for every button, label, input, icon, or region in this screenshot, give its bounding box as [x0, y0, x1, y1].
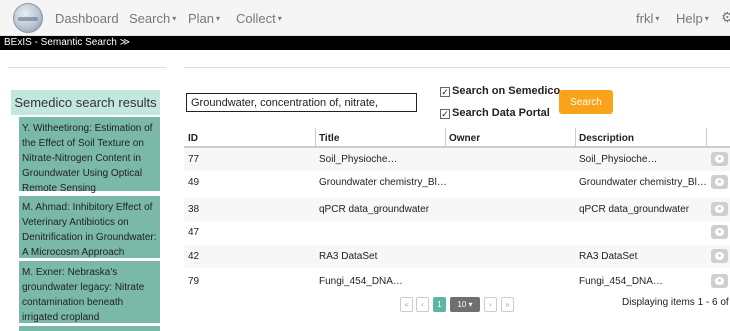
column-header-title[interactable]: Title [319, 133, 339, 144]
search-portal-option[interactable]: ✓ Search Data Portal [440, 107, 550, 119]
semedico-result-item[interactable]: M. Exner: Nebraska's groundwater legacy:… [19, 261, 160, 323]
table-row[interactable]: 77 Soil_Physioche… Soil_Physioche… [184, 148, 730, 171]
semedico-results-heading: Semedico search results [11, 90, 160, 115]
items-count-text: Displaying items 1 - 6 of 6 [622, 297, 730, 308]
prev-page-button[interactable]: ‹ [416, 297, 429, 312]
bexis-logo-icon[interactable] [13, 3, 43, 33]
column-header-owner[interactable]: Owner [449, 133, 480, 144]
cell-description: Groundwater chemistry_Bl… [579, 177, 707, 188]
semedico-results-title: Semedico search results [14, 95, 157, 110]
semedico-result-item[interactable] [19, 326, 160, 331]
table-row[interactable]: 47 [184, 221, 730, 244]
semedico-result-item[interactable]: Y. Witheetirong: Estimation of the Effec… [19, 117, 160, 194]
nav-help-menu[interactable]: Help ▾ [676, 11, 709, 26]
semantic-search-input[interactable] [186, 93, 417, 112]
cell-title: Soil_Physioche… [319, 154, 398, 165]
divider [184, 67, 730, 68]
table-row[interactable]: 49 Groundwater chemistry_Bl… Groundwater… [184, 171, 730, 194]
cell-id: 38 [188, 204, 200, 215]
column-resize-handle[interactable] [315, 128, 316, 146]
chevron-down-icon: ▾ [704, 14, 709, 23]
nav-collect-menu[interactable]: Collect ▾ [236, 11, 282, 26]
cell-description: Fungi_454_DNA… [579, 276, 663, 287]
semedico-checkbox[interactable]: ✓ [440, 87, 450, 97]
column-resize-handle[interactable] [706, 128, 707, 146]
eye-icon[interactable] [711, 202, 728, 216]
column-header-id[interactable]: ID [188, 133, 198, 144]
column-resize-handle[interactable] [575, 128, 576, 146]
eye-icon[interactable] [711, 225, 728, 239]
chevron-down-icon: ▾ [216, 14, 221, 23]
cell-id: 49 [188, 177, 200, 188]
cell-description: qPCR data_groundwater [579, 204, 690, 215]
cell-id: 47 [188, 227, 200, 238]
nav-user-menu[interactable]: frkl ▾ [636, 11, 659, 26]
cell-title: Groundwater chemistry_Bl… [319, 177, 447, 188]
cell-title: Fungi_454_DNA… [319, 276, 403, 287]
page-title[interactable]: BExIS - Semantic Search ≫ [4, 37, 130, 48]
column-resize-handle[interactable] [445, 128, 446, 146]
gear-icon[interactable]: ⚙ [721, 9, 730, 26]
cell-description: RA3 DataSet [579, 251, 638, 262]
table-row[interactable]: 38 qPCR data_groundwater qPCR data_groun… [184, 198, 730, 221]
cell-description: Soil_Physioche… [579, 154, 658, 165]
cell-title: RA3 DataSet [319, 251, 378, 262]
portal-checkbox[interactable]: ✓ [440, 109, 450, 119]
chevron-down-icon: ▾ [277, 14, 282, 23]
page-size-select[interactable]: 10 ▾ [450, 297, 480, 312]
search-button[interactable]: Search [559, 90, 613, 114]
cell-id: 42 [188, 251, 200, 262]
last-page-button[interactable]: » [501, 297, 514, 312]
semedico-result-item[interactable]: M. Ahmad: Inhibitory Effect of Veterinar… [19, 196, 160, 258]
eye-icon[interactable] [711, 175, 728, 189]
eye-icon[interactable] [711, 274, 728, 288]
nav-search-menu[interactable]: Search ▾ [129, 11, 176, 26]
cell-id: 77 [188, 154, 200, 165]
eye-icon[interactable] [711, 152, 728, 166]
table-row[interactable]: 42 RA3 DataSet RA3 DataSet [184, 245, 730, 268]
nav-plan-label: Plan [188, 11, 215, 26]
chevron-down-icon: ▾ [655, 14, 660, 23]
first-page-button[interactable]: « [400, 297, 413, 312]
table-row[interactable]: 79 Fungi_454_DNA… Fungi_454_DNA… [184, 270, 730, 293]
search-portal-label: Search Data Portal [452, 107, 550, 119]
nav-collect-label: Collect [236, 11, 276, 26]
page-button-current[interactable]: 1 [433, 297, 446, 312]
next-page-button[interactable]: › [484, 297, 497, 312]
column-header-description[interactable]: Description [579, 133, 634, 144]
nav-plan-menu[interactable]: Plan ▾ [188, 11, 220, 26]
nav-dashboard[interactable]: Dashboard [55, 11, 119, 26]
divider [8, 67, 166, 68]
search-semedico-option[interactable]: ✓ Search on Semedico [440, 85, 560, 97]
nav-user-label: frkl [636, 11, 654, 26]
nav-search-label: Search [129, 11, 171, 26]
cell-id: 79 [188, 276, 200, 287]
nav-help-label: Help [676, 11, 703, 26]
chevron-down-icon: ▾ [172, 14, 177, 23]
top-navbar: Dashboard Search ▾ Plan ▾ Collect ▾ frkl ▾ H… [0, 0, 730, 36]
eye-icon[interactable] [711, 249, 728, 263]
search-semedico-label: Search on Semedico [452, 85, 561, 97]
page-title-bar: BExIS - Semantic Search ≫ [0, 36, 730, 50]
cell-title: qPCR data_groundwater [319, 204, 430, 215]
